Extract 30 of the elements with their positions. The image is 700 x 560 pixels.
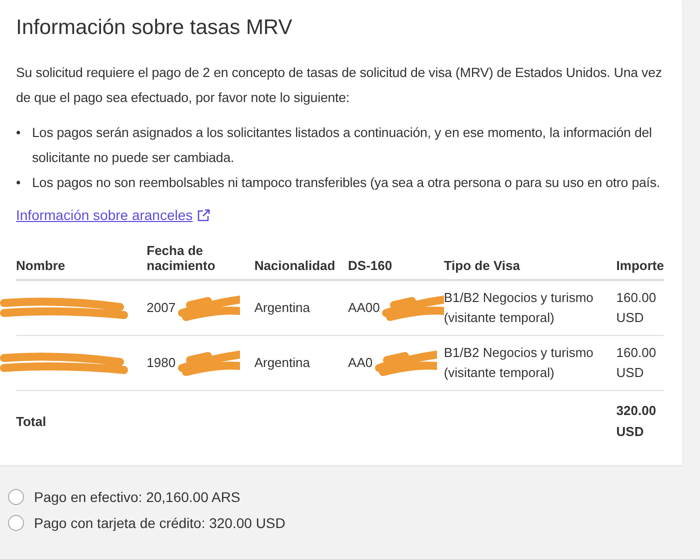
table-cell-text: Argentina — [254, 299, 310, 317]
table-cell-text: 160.00 USD — [616, 289, 658, 327]
table-cell-text: 1980 — [146, 354, 176, 372]
table-cell-text: AA00 — [348, 299, 380, 317]
column-header: Nombre — [16, 243, 147, 280]
column-header: DS-160 — [348, 243, 444, 280]
radio-button[interactable] — [8, 489, 24, 505]
table-cell-text: B1/B2 Negocios y turismo (visitante temporal) — [444, 344, 594, 382]
table-cell-text: B1/B2 Negocios y turismo (visitante temporal) — [444, 289, 594, 327]
page-title: Información sobre tasas MRV — [16, 16, 294, 40]
radio-button[interactable] — [8, 515, 24, 531]
total-label: Total — [16, 414, 46, 428]
intro-paragraph: Su solicitud requiere el pago de 2 en concepto de tasas de solicitud de visa (MRV) de Estados Unidos. Una vez de que el pago sea efectuado, por favor note lo siguiente: — [16, 64, 663, 107]
table-cell-text: AA0 — [348, 354, 373, 372]
bullet-marker: • — [16, 124, 22, 142]
table-cell-text: 160.00 USD — [616, 344, 658, 382]
bullet-marker: • — [16, 174, 22, 192]
payment-option[interactable]: Pago en efectivo: 20,160.00 ARS — [8, 487, 240, 507]
column-header: Importe — [616, 243, 664, 280]
table-cell-text: Argentina — [254, 354, 310, 372]
bullet-item: Los pagos serán asignados a los solicitantes listados a continuación, y en ese momento, la información del solicitante no puede ser cambiada. — [32, 124, 653, 167]
payment-option[interactable]: Pago con tarjeta de crédito: 320.00 USD — [8, 513, 286, 533]
column-header: Tipo de Visa — [444, 243, 616, 280]
table-cell-text: 2007 — [146, 299, 176, 317]
bullet-item: Los pagos no son reembolsables ni tampoco transferibles (ya sea a otra persona o para su uso en otro país. — [32, 174, 660, 192]
column-header: Nacionalidad — [254, 243, 348, 280]
external-link-icon — [196, 208, 210, 222]
column-header: Fecha de nacimiento — [146, 243, 254, 280]
total-amount: 320.00 USD — [616, 403, 656, 439]
fees-link[interactable]: Información sobre aranceles — [16, 207, 193, 223]
